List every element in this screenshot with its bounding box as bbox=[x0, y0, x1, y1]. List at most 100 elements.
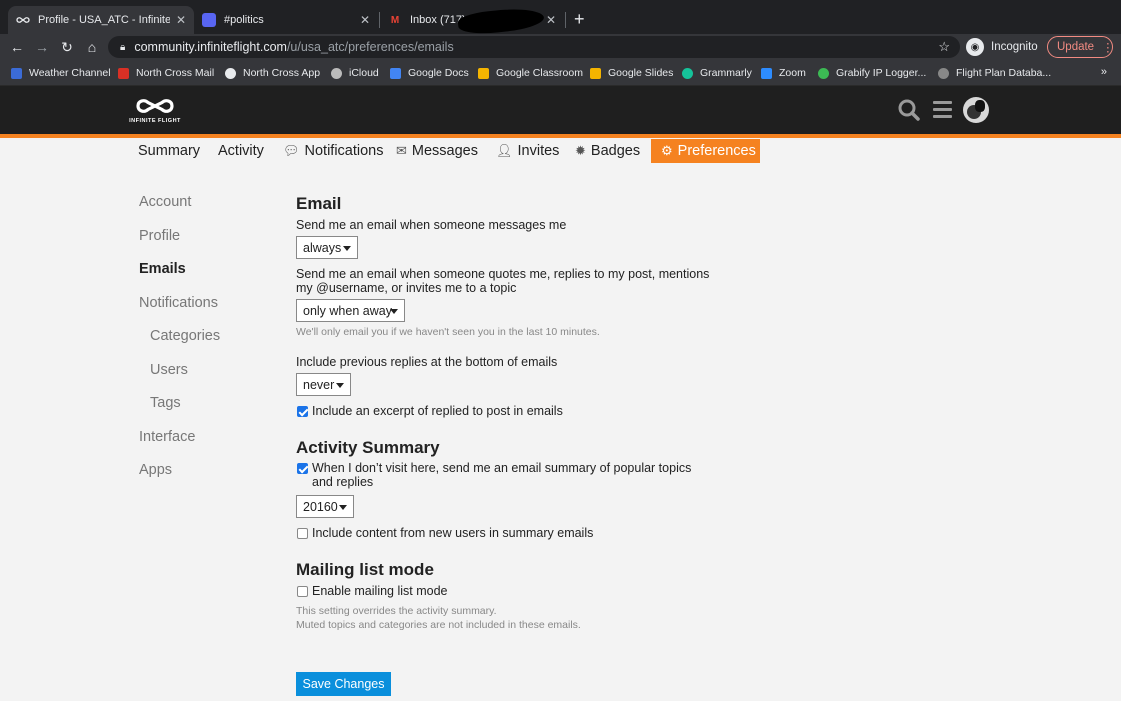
close-icon[interactable]: ✕ bbox=[176, 13, 186, 27]
google-docs-icon bbox=[390, 67, 401, 79]
save-changes-button[interactable]: Save Changes bbox=[296, 672, 391, 696]
browser-tab-politics[interactable]: #politics ✕ bbox=[194, 6, 378, 34]
bookmark-north-cross-mail[interactable]: North Cross Mail bbox=[118, 67, 214, 79]
comment-icon: 💬︎ bbox=[283, 143, 300, 158]
digest-label-line-1: When I don’t visit here, send me an emai… bbox=[312, 461, 692, 475]
bookmarks-bar: Weather Channel North Cross Mail North C… bbox=[0, 61, 1121, 86]
bookmark-label: Weather Channel bbox=[29, 67, 111, 79]
bookmark-zoom[interactable]: Zoom bbox=[761, 67, 806, 79]
tab-badges[interactable]: ✹ Badges bbox=[575, 139, 640, 163]
browser-tab-bar: Profile - USA_ATC - Infinite Flig ✕ #pol… bbox=[0, 0, 1121, 37]
user-plus-icon: 👤︎ bbox=[496, 143, 513, 158]
infinite-flight-logo[interactable]: INFINITE FLIGHT bbox=[128, 94, 182, 130]
gear-icon: ⚙︎ bbox=[661, 143, 673, 158]
bookmark-star-icon[interactable]: ☆ bbox=[938, 39, 950, 55]
back-arrow-icon[interactable]: ← bbox=[9, 39, 25, 55]
bookmark-google-docs[interactable]: Google Docs bbox=[390, 67, 469, 79]
update-button[interactable]: Update ⋮ bbox=[1047, 36, 1114, 58]
tab-label: Notifications bbox=[304, 143, 384, 159]
sidebar-item-categories[interactable]: Categories bbox=[150, 328, 220, 344]
caret-down-icon bbox=[339, 505, 347, 510]
tab-label: Preferences bbox=[677, 143, 756, 159]
previous-replies-select[interactable]: never bbox=[296, 373, 351, 396]
tab-messages[interactable]: ✉︎ Messages bbox=[396, 139, 478, 163]
bookmark-grabify[interactable]: Grabify IP Logger... bbox=[818, 67, 926, 79]
sidebar-item-apps[interactable]: Apps bbox=[139, 462, 172, 478]
envelope-icon: ✉︎ bbox=[396, 143, 407, 158]
select-value: never bbox=[303, 377, 335, 392]
update-label: Update bbox=[1057, 41, 1095, 53]
bookmarks-overflow-icon[interactable]: » bbox=[1101, 66, 1107, 78]
flight-plan-icon bbox=[938, 67, 949, 79]
discord-icon bbox=[202, 13, 216, 27]
activity-summary-heading: Activity Summary bbox=[296, 438, 440, 457]
bookmark-label: North Cross Mail bbox=[136, 67, 215, 79]
sidebar-item-profile[interactable]: Profile bbox=[139, 228, 180, 244]
zoom-icon bbox=[761, 67, 772, 79]
digest-checkbox[interactable] bbox=[297, 463, 308, 474]
mailing-list-note-2: Muted topics and categories are not incl… bbox=[296, 619, 581, 631]
sidebar-item-users[interactable]: Users bbox=[150, 362, 188, 378]
digest-frequency-select[interactable]: 20160 bbox=[296, 495, 354, 518]
quotes-label-line-1: Send me an email when someone quotes me,… bbox=[296, 267, 710, 281]
home-icon[interactable]: ⌂ bbox=[84, 39, 100, 55]
mailing-list-checkbox[interactable] bbox=[297, 586, 308, 597]
select-value: always bbox=[303, 240, 342, 255]
url-path: /u/usa_atc/preferences/emails bbox=[286, 40, 454, 54]
quotes-email-select[interactable]: only when away bbox=[296, 299, 405, 322]
mailing-list-note-1: This setting overrides the activity summ… bbox=[296, 605, 497, 617]
bookmark-flight-plan-database[interactable]: Flight Plan Databa... bbox=[938, 67, 1051, 79]
url-field[interactable]: 🔒︎ community.infiniteflight.com /u/usa_a… bbox=[108, 36, 960, 58]
sidebar-item-account[interactable]: Account bbox=[139, 194, 191, 210]
bookmark-icloud[interactable]: iCloud bbox=[331, 67, 379, 79]
new-tab-button[interactable]: + bbox=[574, 9, 585, 30]
tab-label: Badges bbox=[590, 143, 641, 159]
sidebar-item-tags[interactable]: Tags bbox=[150, 395, 181, 411]
quotes-note: We'll only email you if we haven't seen … bbox=[296, 326, 600, 338]
tab-preferences[interactable]: ⚙︎ Preferences bbox=[651, 139, 760, 163]
tab-summary[interactable]: Summary bbox=[138, 139, 200, 163]
incognito-icon: ◉ bbox=[966, 38, 984, 56]
new-users-checkbox[interactable] bbox=[297, 528, 308, 539]
bookmark-label: Zoom bbox=[779, 67, 806, 79]
tab-invites[interactable]: 👤︎ Invites bbox=[496, 139, 559, 163]
sidebar-item-emails[interactable]: Emails bbox=[139, 261, 186, 277]
bookmark-label: Grammarly bbox=[700, 67, 752, 79]
incognito-indicator[interactable]: ◉ Incognito bbox=[966, 38, 1038, 56]
avatar[interactable] bbox=[963, 97, 989, 123]
globe-icon bbox=[225, 67, 236, 79]
bookmark-north-cross-app[interactable]: North Cross App bbox=[225, 67, 320, 79]
bookmark-weather-channel[interactable]: Weather Channel bbox=[11, 67, 111, 79]
messages-label: Send me an email when someone messages m… bbox=[296, 218, 567, 232]
caret-down-icon bbox=[343, 246, 351, 251]
search-icon[interactable] bbox=[898, 99, 920, 121]
mail-icon bbox=[118, 67, 129, 79]
forward-arrow-icon[interactable]: → bbox=[34, 39, 50, 55]
header-accent-line bbox=[0, 134, 1121, 138]
kebab-menu-icon: ⋮ bbox=[1102, 42, 1114, 54]
browser-tab-profile[interactable]: Profile - USA_ATC - Infinite Flig ✕ bbox=[8, 6, 194, 34]
email-heading: Email bbox=[296, 194, 342, 213]
bookmark-google-slides[interactable]: Google Slides bbox=[590, 67, 673, 79]
sidebar-item-interface[interactable]: Interface bbox=[139, 429, 195, 445]
select-value: only when away bbox=[303, 303, 392, 318]
excerpt-checkbox[interactable] bbox=[297, 406, 308, 417]
quotes-label-line-2: my @username, or invites me to a topic bbox=[296, 281, 517, 295]
close-icon[interactable]: ✕ bbox=[360, 13, 370, 27]
grammarly-icon bbox=[682, 67, 693, 79]
tab-notifications[interactable]: 💬︎ Notifications bbox=[283, 139, 384, 163]
reload-icon[interactable]: ↻ bbox=[59, 39, 75, 56]
bookmark-google-classroom[interactable]: Google Classroom bbox=[478, 67, 583, 79]
bookmark-grammarly[interactable]: Grammarly bbox=[682, 67, 752, 79]
caret-down-icon bbox=[336, 383, 344, 388]
sidebar-item-notifications[interactable]: Notifications bbox=[139, 295, 218, 311]
hamburger-menu-icon[interactable] bbox=[933, 101, 952, 119]
close-icon[interactable]: ✕ bbox=[546, 13, 556, 27]
bookmark-label: North Cross App bbox=[243, 67, 321, 79]
tab-activity[interactable]: Activity bbox=[218, 139, 264, 163]
bookmark-label: Google Classroom bbox=[496, 67, 583, 79]
google-slides-icon bbox=[590, 67, 601, 79]
weather-icon bbox=[11, 67, 22, 79]
messages-email-select[interactable]: always bbox=[296, 236, 358, 259]
bookmark-label: Google Slides bbox=[608, 67, 674, 79]
